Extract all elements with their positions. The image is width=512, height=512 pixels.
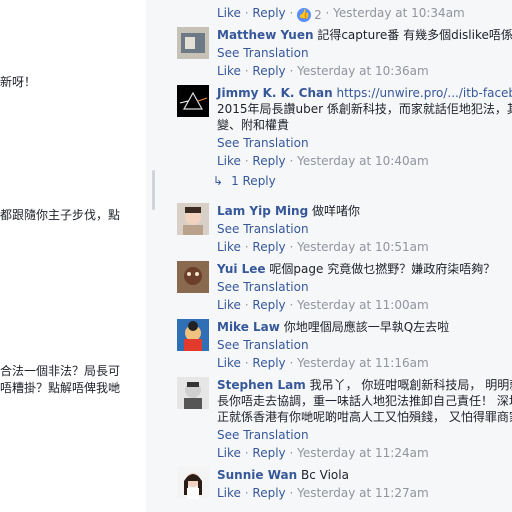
- comment-time[interactable]: Yesterday at 11:00am: [297, 298, 429, 312]
- see-translation-link[interactable]: See Translation: [217, 427, 512, 443]
- comment-link[interactable]: https://unwire.pro/.../itb-facebook-c: [336, 86, 512, 100]
- avatar[interactable]: [177, 467, 209, 499]
- comment-time[interactable]: Yesterday at 11:16am: [297, 356, 429, 370]
- commenter-name[interactable]: Matthew Yuen: [217, 28, 314, 42]
- like-link[interactable]: Like: [217, 298, 241, 312]
- post-text-fragment: 新呀！: [0, 75, 37, 89]
- reply-link[interactable]: Reply: [252, 64, 285, 78]
- comment-meta: Like · Reply · Yesterday at 10:36am: [217, 64, 429, 78]
- commenter-name[interactable]: Sunnie Wan: [217, 468, 297, 482]
- like-link[interactable]: Like: [217, 446, 241, 460]
- panel-divider: [146, 0, 166, 512]
- avatar[interactable]: [177, 27, 209, 59]
- commenter-name[interactable]: Jimmy K. K. Chan: [217, 86, 333, 100]
- comment-meta: Like · Reply · Yesterday at 11:00am: [217, 298, 429, 312]
- comment-meta: Like · Reply · Yesterday at 11:24am: [217, 446, 429, 460]
- scrollbar-thumb[interactable]: [152, 170, 155, 210]
- reply-link[interactable]: Reply: [252, 486, 285, 500]
- reply-link[interactable]: Reply: [252, 446, 285, 460]
- comment-text: 正就係香港有你哋呢啲咁高人工又怕殞錢， 又怕得罪商家: [217, 410, 512, 424]
- reply-link[interactable]: Reply: [252, 240, 285, 254]
- like-link[interactable]: Like: [217, 6, 241, 20]
- comment-time[interactable]: Yesterday at 10:34am: [333, 6, 465, 20]
- see-translation-link[interactable]: See Translation: [217, 45, 512, 61]
- commenter-name[interactable]: Yui Lee: [217, 262, 266, 276]
- commenter-name[interactable]: Stephen Lam: [217, 378, 306, 392]
- like-link[interactable]: Like: [217, 64, 241, 78]
- comment-time[interactable]: Yesterday at 10:40am: [297, 154, 429, 168]
- like-link[interactable]: Like: [217, 356, 241, 370]
- comment-text: 記得capture番 有幾多個dislike唔係佢哋: [317, 28, 512, 42]
- post-text-fragment: 唔糟掛？點解唔俾我哋: [0, 381, 121, 395]
- see-translation-link[interactable]: See Translation: [217, 279, 512, 295]
- avatar[interactable]: [177, 203, 209, 235]
- avatar[interactable]: [177, 261, 209, 293]
- comment-text: Bc Viola: [300, 468, 349, 482]
- see-translation-link[interactable]: See Translation: [217, 337, 512, 353]
- view-replies-link[interactable]: ↳ 1 Reply: [213, 174, 276, 188]
- avatar[interactable]: [177, 319, 209, 351]
- comment-text: 2015年局長讚uber 係創新科技，而家就話佢地犯法，其: [217, 102, 512, 116]
- comment-meta: Like · Reply · Yesterday at 11:16am: [217, 356, 429, 370]
- reply-link[interactable]: Reply: [252, 356, 285, 370]
- comment-time[interactable]: Yesterday at 11:27am: [297, 486, 429, 500]
- comment-meta: Like · Reply · Yesterday at 10:40am: [217, 154, 429, 168]
- comment-meta: Like · Reply · Yesterday at 11:27am: [217, 486, 429, 500]
- comment-text: 做咩啫你: [312, 204, 361, 218]
- post-text-fragment: 合法一個非法？局長可: [0, 364, 121, 378]
- like-link[interactable]: Like: [217, 154, 241, 168]
- avatar[interactable]: [177, 85, 209, 117]
- like-link[interactable]: Like: [217, 240, 241, 254]
- post-text-fragment: 都跟隨你主子步伐，點: [0, 208, 121, 222]
- comment-time[interactable]: Yesterday at 10:51am: [297, 240, 429, 254]
- commenter-name[interactable]: Mike Law: [217, 320, 280, 334]
- reply-link[interactable]: Reply: [252, 154, 285, 168]
- like-link[interactable]: Like: [217, 486, 241, 500]
- reply-link[interactable]: Reply: [252, 298, 285, 312]
- comment-time[interactable]: Yesterday at 11:24am: [297, 446, 429, 460]
- comment-time[interactable]: Yesterday at 10:36am: [297, 64, 429, 78]
- see-translation-link[interactable]: See Translation: [217, 135, 512, 151]
- comment-meta: Like · Reply · Yesterday at 10:51am: [217, 240, 429, 254]
- post-content-panel: 新呀！ 都跟隨你主子步伐，點 合法一個非法？局長可 唔糟掛？點解唔俾我哋: [0, 0, 147, 512]
- reply-link[interactable]: Reply: [252, 6, 285, 20]
- like-count[interactable]: 👍 2: [297, 7, 322, 23]
- comment-text: 你地哩個局應該一早執Q左去啦: [283, 320, 450, 334]
- comments-panel[interactable]: Like · Reply · 👍 2 · Yesterday at 10:34am…: [166, 0, 512, 512]
- comment-text: 呢個page 究竟做乜撚野？嫌政府柒唔夠？: [269, 262, 496, 276]
- comment-text: 長你唔走去協調，重一味話人地犯法推卸自己責任！ 深圳: [217, 394, 512, 408]
- comment-text: 變、附和權貴: [217, 118, 290, 132]
- avatar[interactable]: [177, 377, 209, 409]
- thumbs-up-icon: 👍: [297, 8, 312, 22]
- comment-meta: Like · Reply · 👍 2 · Yesterday at 10:34am: [217, 6, 465, 23]
- comment-text: 我吊丫， 你班咁嘅創新科技局， 明明就係: [309, 378, 512, 392]
- see-translation-link[interactable]: See Translation: [217, 221, 512, 237]
- reply-arrow-icon: ↳: [213, 174, 224, 188]
- commenter-name[interactable]: Lam Yip Ming: [217, 204, 308, 218]
